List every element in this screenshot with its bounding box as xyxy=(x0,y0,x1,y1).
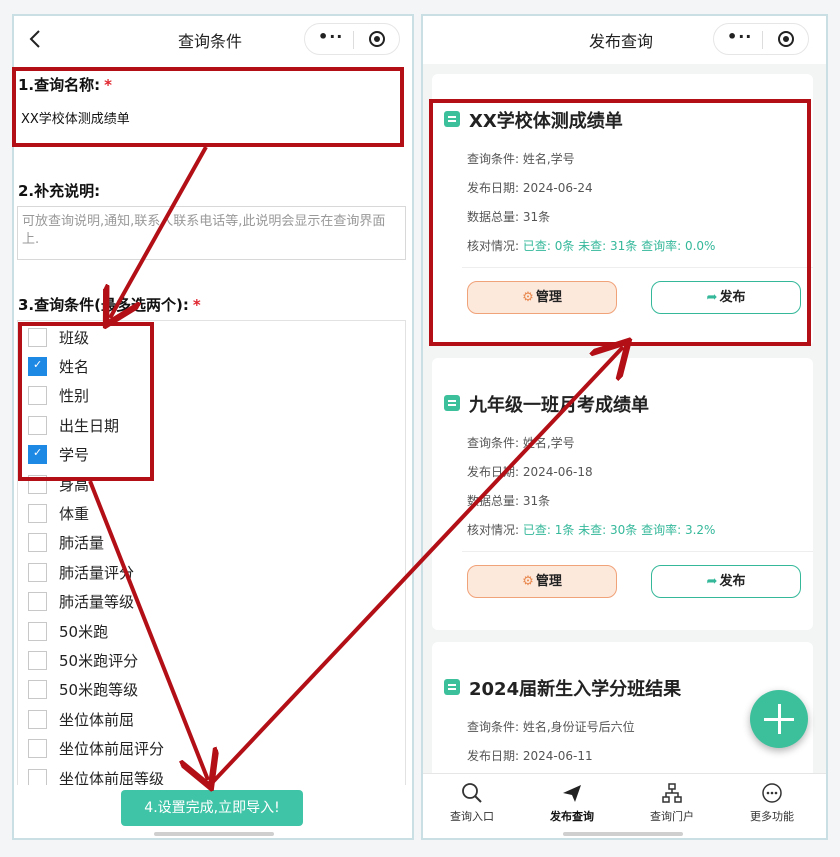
checkbox[interactable] xyxy=(28,680,47,700)
query-card[interactable]: 九年级一班月考成绩单 查询条件: 姓名,学号 发布日期: 2024-06-18 … xyxy=(432,358,813,630)
search-icon xyxy=(427,782,517,806)
manage-button[interactable]: ⚙ 管理 xyxy=(467,565,617,598)
checkbox[interactable] xyxy=(28,562,47,582)
tab-bar: 查询入口 发布查询 查询门户 更多功能 xyxy=(423,773,826,838)
mini-program-capsule: •·· xyxy=(713,23,809,55)
document-icon xyxy=(444,679,460,695)
target-icon[interactable] xyxy=(777,30,795,48)
tab-label: 查询门户 xyxy=(650,810,694,823)
card-conditions: 查询条件: 姓名,学号 xyxy=(467,436,575,450)
checkbox[interactable] xyxy=(28,650,47,670)
condition-option-label: 肺活量等级 xyxy=(59,593,135,612)
target-icon[interactable] xyxy=(368,30,386,48)
home-indicator xyxy=(154,832,274,836)
page-title: 查询条件 xyxy=(178,32,243,51)
share-icon: ➦ xyxy=(706,574,718,589)
nav-bar: 发布查询 •·· xyxy=(423,16,826,64)
capsule-divider xyxy=(353,31,354,49)
card-title: 九年级一班月考成绩单 xyxy=(469,395,649,416)
nav-bar: 查询条件 •·· xyxy=(14,16,412,64)
extra-notes-textarea[interactable]: 可放查询说明,通知,联系人联系电话等,此说明会显示在查询界面上. xyxy=(17,206,406,260)
annotation-box-name xyxy=(12,67,404,147)
condition-option[interactable]: 50米跑 xyxy=(28,620,108,642)
check-stats: 已查: 1条 未查: 30条 查询率: 3.2% xyxy=(522,523,716,537)
card-title: 2024届新生入学分班结果 xyxy=(469,679,682,700)
condition-option-label: 肺活量 xyxy=(59,534,105,553)
tab-query-entry[interactable]: 查询入口 xyxy=(427,782,517,824)
divider xyxy=(462,551,813,552)
mini-program-capsule: •·· xyxy=(304,23,400,55)
condition-option[interactable]: 体重 xyxy=(28,502,89,524)
tab-query-portal[interactable]: 查询门户 xyxy=(627,782,717,824)
more-icon xyxy=(727,782,817,806)
condition-option-label: 50米跑等级 xyxy=(59,681,139,700)
home-indicator xyxy=(563,832,683,836)
condition-option[interactable]: 50米跑等级 xyxy=(28,679,138,701)
card-date: 发布日期: 2024-06-11 xyxy=(467,749,593,763)
sitemap-icon xyxy=(627,782,717,806)
condition-option[interactable]: 坐位体前屈 xyxy=(28,708,134,730)
condition-option-label: 坐位体前屈等级 xyxy=(59,769,165,786)
extra-notes-placeholder: 可放查询说明,通知,联系人联系电话等,此说明会显示在查询界面上. xyxy=(22,214,386,247)
query-conditions-label: 3.查询条件(最多选两个): * xyxy=(18,296,201,314)
card-conditions: 查询条件: 姓名,身份证号后六位 xyxy=(467,720,635,734)
condition-option-label: 体重 xyxy=(59,504,90,523)
checkbox[interactable] xyxy=(28,709,47,729)
checkbox[interactable] xyxy=(28,621,47,641)
card-date: 发布日期: 2024-06-18 xyxy=(467,465,593,479)
required-mark: * xyxy=(192,296,201,314)
condition-option-label: 坐位体前屈评分 xyxy=(59,740,165,759)
tab-label: 更多功能 xyxy=(750,810,794,823)
tab-label: 查询入口 xyxy=(450,810,494,823)
add-query-fab[interactable] xyxy=(750,690,808,748)
tab-label: 发布查询 xyxy=(550,810,594,823)
page-title: 发布查询 xyxy=(589,32,654,51)
condition-option-label: 50米跑评分 xyxy=(59,651,139,670)
annotation-box-card xyxy=(429,99,811,346)
checkbox[interactable] xyxy=(28,768,47,785)
condition-option[interactable]: 坐位体前屈评分 xyxy=(28,738,164,760)
condition-option[interactable]: 肺活量等级 xyxy=(28,591,134,613)
checkbox[interactable] xyxy=(28,592,47,612)
gear-icon: ⚙ xyxy=(522,574,534,589)
condition-option[interactable]: 肺活量 xyxy=(28,532,104,554)
capsule-divider xyxy=(762,31,763,49)
tab-publish-query[interactable]: 发布查询 xyxy=(527,782,617,824)
condition-option[interactable]: 肺活量评分 xyxy=(28,561,134,583)
card-total: 数据总量: 31条 xyxy=(467,494,551,508)
condition-option-label: 50米跑 xyxy=(59,622,109,641)
extra-notes-label: 2.补充说明: xyxy=(18,182,101,200)
condition-option[interactable]: 50米跑评分 xyxy=(28,649,138,671)
more-icon[interactable]: •·· xyxy=(727,27,752,46)
annotation-box-conditions xyxy=(18,322,154,481)
tab-more-features[interactable]: 更多功能 xyxy=(727,782,817,824)
condition-option-label: 肺活量评分 xyxy=(59,563,135,582)
chevron-left-icon[interactable] xyxy=(28,29,42,49)
send-icon xyxy=(527,782,617,806)
document-icon xyxy=(444,395,460,411)
card-check-status: 核对情况: 已查: 1条 未查: 30条 查询率: 3.2% xyxy=(467,523,716,537)
condition-option[interactable]: 坐位体前屈等级 xyxy=(28,767,164,785)
condition-option-label: 坐位体前屈 xyxy=(59,710,135,729)
import-button[interactable]: 4.设置完成,立即导入! xyxy=(121,790,303,826)
checkbox[interactable] xyxy=(28,739,47,759)
checkbox[interactable] xyxy=(28,533,47,553)
more-icon[interactable]: •·· xyxy=(318,27,343,46)
checkbox[interactable] xyxy=(28,503,47,523)
publish-button[interactable]: ➦ 发布 xyxy=(651,565,801,598)
